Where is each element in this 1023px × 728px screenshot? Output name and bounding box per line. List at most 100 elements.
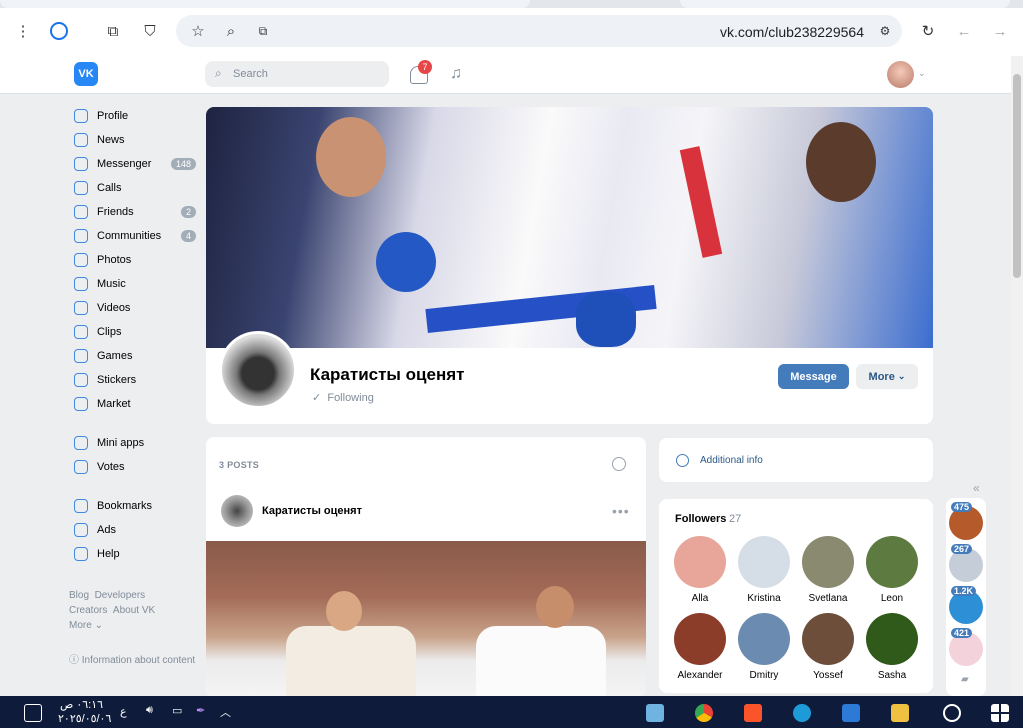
communities-icon [74,229,88,243]
group-avatar[interactable] [219,331,297,409]
left-sidebar: Profile News Messenger 148 Calls Friends 2… [74,104,198,566]
sidebar-item-photos[interactable]: Photos [74,248,198,272]
chat-icon[interactable]: ▰ [961,674,969,685]
sidebar-item-ads[interactable]: Ads [74,518,198,542]
back-icon[interactable]: ← [955,22,973,40]
follower-item[interactable]: Svetlana [797,536,859,604]
page-scrollbar[interactable] [1011,56,1023,696]
menu-dots-icon[interactable]: ⋮ [14,22,32,40]
brave-icon[interactable] [744,704,762,722]
footer-link-info[interactable]: Information about content [82,655,195,666]
profile-icon[interactable] [50,22,68,40]
sidebar-item-friends[interactable]: Friends 2 [74,200,198,224]
avatar [674,536,726,588]
follower-item[interactable]: Sasha [861,613,923,681]
browser-toolbar: ⋮ ⧉ ⛉ ☆ ⌕ ⧉ vk.com/club238229564 ⚙ ↻ ← → [0,0,1023,56]
more-dots-icon[interactable]: ••• [612,503,630,519]
additional-info-card[interactable]: Additional info [659,438,933,482]
post-author-name[interactable]: Каратисты оценят [262,505,362,517]
user-avatar[interactable] [887,61,914,88]
clock-date[interactable]: ٢٠٢٥/٠٥/٠٦ [58,712,111,725]
bookmark-star-icon[interactable]: ☆ [189,22,207,40]
post-image[interactable] [206,541,646,697]
chat-avatar[interactable]: 421 [949,628,983,666]
vk-logo[interactable]: VK [74,62,98,86]
reload-icon[interactable]: ↻ [919,22,937,40]
count-badge: 148 [170,158,196,170]
chrome-icon[interactable] [695,704,713,722]
profile-icon [74,109,88,123]
sidebar-item-votes[interactable]: Votes [74,455,198,479]
avatar [866,613,918,665]
sidebar-item-stickers[interactable]: Stickers [74,368,198,392]
site-settings-icon[interactable]: ⚙ [876,22,894,40]
avatar [738,536,790,588]
chevron-up-icon[interactable]: ︿ [220,704,231,720]
group-title: Каратисты оценят [310,365,465,384]
sidebar-item-messenger[interactable]: Messenger 148 [74,152,198,176]
sidebar-item-videos[interactable]: Videos [74,296,198,320]
pen-icon[interactable]: ✒ [196,704,205,717]
search-input[interactable]: ⌕ Search [205,61,389,87]
windows-start-icon[interactable] [991,704,1009,722]
footer-link-creators[interactable]: Creators [69,605,107,616]
forward-icon[interactable]: → [991,22,1009,40]
sidebar-item-calls[interactable]: Calls [74,176,198,200]
search-icon[interactable] [612,457,626,471]
chevron-down-icon[interactable]: ⌄ [918,68,926,79]
message-button[interactable]: Message [778,364,849,389]
notification-badge: 7 [418,60,432,74]
sidebar-item-news[interactable]: News [74,128,198,152]
sidebar-footer: Blog Developers Creators About VK More ⌄… [69,588,199,666]
sidebar-item-clips[interactable]: Clips [74,320,198,344]
zoom-icon[interactable]: ⌕ [222,22,240,40]
follower-item[interactable]: Kristina [733,536,795,604]
follower-item[interactable]: Yossef [797,613,859,681]
more-button[interactable]: More ⌄ [856,364,918,389]
sidebar-item-games[interactable]: Games [74,344,198,368]
footer-link-blog[interactable]: Blog [69,590,89,601]
sidebar-item-profile[interactable]: Profile [74,104,198,128]
volume-icon[interactable]: 🔊︎ [146,704,153,717]
sidebar-item-help[interactable]: Help [74,542,198,566]
post-author-avatar[interactable] [221,495,253,527]
group-cover-image [206,107,933,348]
music-note-icon[interactable]: ♫ [450,65,462,83]
sidebar-item-bookmarks[interactable]: Bookmarks [74,494,198,518]
sidebar-item-market[interactable]: Market [74,392,198,416]
footer-link-about[interactable]: About VK [113,605,155,616]
notifications-icon[interactable] [24,704,42,722]
shield-icon[interactable]: ⛉ [141,22,159,40]
sidebar-item-mini-apps[interactable]: Mini apps [74,431,198,455]
games-icon [74,349,88,363]
clock-time[interactable]: ٠٦:١٦ ص [60,698,103,711]
translate-icon[interactable]: ⧉ [254,22,272,40]
following-status[interactable]: ✓ Following [312,391,374,404]
sidebar-item-music[interactable]: Music [74,272,198,296]
follower-item[interactable]: Dmitry [733,613,795,681]
collapse-icon[interactable]: « [973,481,980,495]
follower-item[interactable]: Leon [861,536,923,604]
footer-link-developers[interactable]: Developers [95,590,146,601]
chat-avatar[interactable]: 267 [949,544,983,582]
app-icon[interactable] [646,704,664,722]
chat-avatar[interactable]: 1.2K [949,586,983,624]
followers-title[interactable]: Followers [675,513,726,525]
url-text[interactable]: vk.com/club238229564 [720,24,864,40]
avatar [802,613,854,665]
chevron-down-icon: ⌄ [94,620,103,631]
store-icon[interactable] [842,704,860,722]
extensions-icon[interactable]: ⧉ [104,22,122,40]
follower-item[interactable]: Alexander [669,613,731,681]
edge-icon[interactable] [793,704,811,722]
chat-avatar[interactable]: 475 [949,502,983,540]
sidebar-item-communities[interactable]: Communities 4 [74,224,198,248]
address-bar[interactable]: ☆ ⌕ ⧉ vk.com/club238229564 ⚙ [176,15,902,47]
ads-icon [74,523,88,537]
follower-item[interactable]: Alla [669,536,731,604]
folder-icon[interactable] [891,704,909,722]
search-icon[interactable] [943,704,961,722]
network-icon[interactable]: ▭ [172,704,182,717]
footer-link-more[interactable]: More [69,620,92,631]
language-indicator[interactable]: ع [120,705,127,718]
